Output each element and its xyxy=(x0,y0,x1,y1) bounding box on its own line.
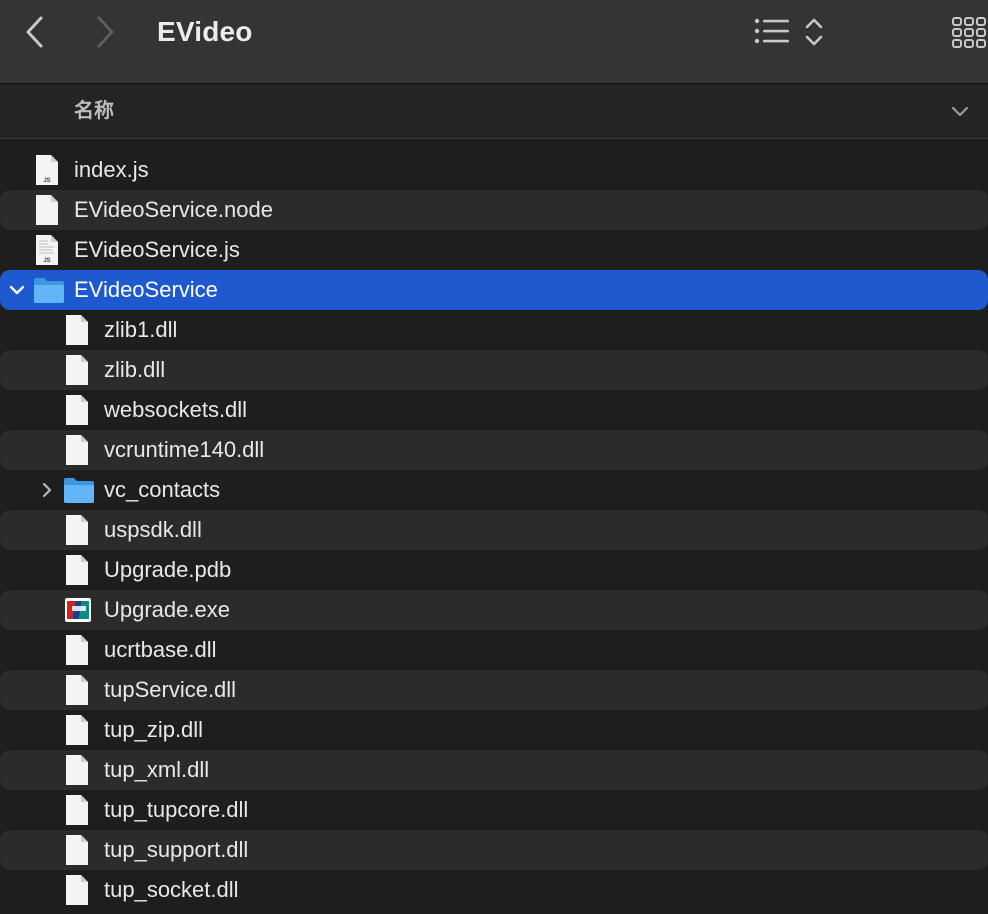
file-name: zlib1.dll xyxy=(104,317,178,342)
up-down-chevron-icon[interactable] xyxy=(802,15,826,49)
document-icon xyxy=(64,514,90,546)
js-file-icon: JS xyxy=(34,154,60,186)
file-name: tup_zip.dll xyxy=(104,717,204,742)
file-row[interactable]: tup_socket.dll xyxy=(0,870,988,910)
file-row[interactable]: tup_tupcore.dll xyxy=(0,790,988,830)
grid-icon[interactable] xyxy=(948,12,988,52)
list-icon[interactable] xyxy=(752,15,792,49)
document-icon xyxy=(64,834,90,866)
document-icon xyxy=(34,194,60,226)
file-row[interactable]: ucrtbase.dll xyxy=(0,630,988,670)
document-icon xyxy=(64,634,90,666)
file-row[interactable]: vcruntime140.dll xyxy=(0,430,988,470)
file-name: uspsdk.dll xyxy=(104,517,202,542)
disclosure-expanded-icon[interactable] xyxy=(8,281,26,299)
js-file-icon: JS xyxy=(34,234,60,266)
document-icon xyxy=(64,674,90,706)
file-name: websockets.dll xyxy=(104,397,248,422)
file-name: vc_contacts xyxy=(104,477,221,502)
svg-text:JS: JS xyxy=(43,178,50,184)
file-name: tupService.dll xyxy=(104,677,237,702)
chevron-left-icon[interactable] xyxy=(18,14,54,50)
file-name: vcruntime140.dll xyxy=(104,437,265,462)
file-name: zlib.dll xyxy=(104,357,166,382)
file-row[interactable]: zlib1.dll xyxy=(0,310,988,350)
column-header: 名称 xyxy=(0,85,988,139)
folder-icon xyxy=(33,276,64,308)
file-row[interactable]: zlib.dll xyxy=(0,350,988,390)
file-name: Upgrade.pdb xyxy=(104,557,232,582)
file-row[interactable]: Upgrade.pdb xyxy=(0,550,988,590)
file-name: tup_socket.dll xyxy=(104,877,239,902)
svg-text:JS: JS xyxy=(43,258,50,264)
document-icon xyxy=(64,794,90,826)
file-name: EVideoService.js xyxy=(74,237,240,262)
disclosure-collapsed-icon[interactable] xyxy=(38,481,56,499)
file-row[interactable]: JS EVideoService.js xyxy=(0,230,988,270)
file-name: EVideoService.node xyxy=(74,197,273,222)
folder-row[interactable]: vc_contacts xyxy=(0,470,988,510)
document-icon xyxy=(64,874,90,906)
column-name-label[interactable]: 名称 xyxy=(74,85,114,137)
document-icon xyxy=(64,354,90,386)
file-row[interactable]: websockets.dll xyxy=(0,390,988,430)
file-name: Upgrade.exe xyxy=(104,597,230,622)
document-icon xyxy=(64,554,90,586)
file-list: JS index.js EVideoService.node JS EVideoServ… xyxy=(0,150,988,910)
file-row[interactable]: tup_xml.dll xyxy=(0,750,988,790)
document-icon xyxy=(64,754,90,786)
file-name: tup_tupcore.dll xyxy=(104,797,249,822)
file-row[interactable]: Upgrade.exe xyxy=(0,590,988,630)
document-icon xyxy=(64,434,90,466)
document-icon xyxy=(64,714,90,746)
file-row[interactable]: uspsdk.dll xyxy=(0,510,988,550)
folder-icon xyxy=(63,476,94,508)
finder-toolbar: EVideo xyxy=(0,0,988,84)
file-name: ucrtbase.dll xyxy=(104,637,217,662)
exe-app-icon xyxy=(64,597,91,629)
file-name: index.js xyxy=(74,157,149,182)
file-name: tup_xml.dll xyxy=(104,757,210,782)
file-row[interactable]: tup_zip.dll xyxy=(0,710,988,750)
file-row[interactable]: tup_support.dll xyxy=(0,830,988,870)
file-name: tup_support.dll xyxy=(104,837,249,862)
file-row[interactable]: JS index.js xyxy=(0,150,988,190)
window-title: EVideo xyxy=(157,16,253,47)
chevron-right-icon[interactable] xyxy=(86,14,122,50)
folder-row[interactable]: EVideoService xyxy=(0,270,988,310)
document-icon xyxy=(64,314,90,346)
chevron-down-icon[interactable] xyxy=(948,99,972,123)
document-icon xyxy=(64,394,90,426)
file-row[interactable]: tupService.dll xyxy=(0,670,988,710)
file-row[interactable]: EVideoService.node xyxy=(0,190,988,230)
file-name: EVideoService xyxy=(74,277,218,302)
